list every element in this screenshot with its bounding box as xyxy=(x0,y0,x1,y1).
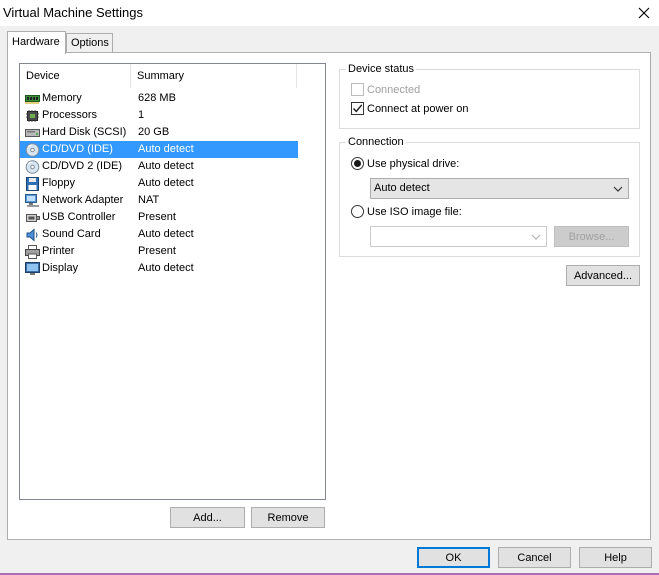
floppy-icon xyxy=(24,176,40,191)
add-device-button[interactable]: Add... xyxy=(170,507,245,528)
device-name: Display xyxy=(42,262,79,274)
printer-icon xyxy=(24,244,40,259)
device-row-cd-dvd[interactable]: CD/DVD (IDE) Auto detect xyxy=(20,141,298,158)
checkmark-icon xyxy=(352,104,363,113)
window-title: Virtual Machine Settings xyxy=(3,5,143,20)
connected-label: Connected xyxy=(367,84,421,96)
column-header-summary[interactable]: Summary xyxy=(131,64,297,88)
device-name: CD/DVD 2 (IDE) xyxy=(42,160,123,172)
connection-legend: Connection xyxy=(346,135,406,149)
cd-dvd-icon xyxy=(24,142,40,157)
device-summary: 20 GB xyxy=(138,126,170,138)
physical-drive-value: Auto detect xyxy=(374,182,430,194)
help-button[interactable]: Help xyxy=(579,547,652,568)
usb-icon xyxy=(24,210,40,225)
device-summary: Auto detect xyxy=(138,143,194,155)
device-row-usb-controller[interactable]: USB Controller Present xyxy=(20,209,298,226)
iso-image-select[interactable] xyxy=(370,226,547,247)
device-summary: Auto detect xyxy=(138,160,194,172)
device-summary: NAT xyxy=(138,194,160,206)
advanced-button[interactable]: Advanced... xyxy=(566,265,640,286)
device-list-header: Device Summary xyxy=(20,64,325,88)
chevron-down-icon xyxy=(531,234,541,240)
physical-drive-select[interactable]: Auto detect xyxy=(370,178,629,199)
device-name: Floppy xyxy=(42,177,76,189)
close-button[interactable] xyxy=(629,0,659,26)
device-row-display[interactable]: Display Auto detect xyxy=(20,260,298,277)
device-row-memory[interactable]: Memory 628 MB xyxy=(20,90,298,107)
device-row-floppy[interactable]: Floppy Auto detect xyxy=(20,175,298,192)
connection-group: Connection Use physical drive: Auto dete… xyxy=(339,135,640,257)
device-summary: Present xyxy=(138,245,176,257)
network-adapter-icon xyxy=(24,193,40,208)
tab-options[interactable]: Options xyxy=(66,33,113,53)
hardware-panel: Device Summary Memory 628 MB Processors … xyxy=(7,52,651,540)
device-summary: 1 xyxy=(138,109,145,121)
use-physical-drive-label: Use physical drive: xyxy=(367,158,460,170)
device-name: Network Adapter xyxy=(42,194,124,206)
display-icon xyxy=(24,261,40,276)
device-row-printer[interactable]: Printer Present xyxy=(20,243,298,260)
device-name: USB Controller xyxy=(42,211,116,223)
tab-hardware[interactable]: Hardware xyxy=(7,31,66,54)
cd-dvd-icon xyxy=(24,159,40,174)
device-row-processors[interactable]: Processors 1 xyxy=(20,107,298,124)
browse-button[interactable]: Browse... xyxy=(554,226,629,247)
device-name: CD/DVD (IDE) xyxy=(42,143,113,155)
title-bar: Virtual Machine Settings xyxy=(0,0,659,26)
device-summary: Auto detect xyxy=(138,262,194,274)
device-name: Memory xyxy=(42,92,82,104)
device-row-hard-disk[interactable]: Hard Disk (SCSI) 20 GB xyxy=(20,124,298,141)
use-iso-image-radio[interactable] xyxy=(351,205,364,218)
column-header-device[interactable]: Device xyxy=(20,64,131,88)
close-icon xyxy=(638,7,650,19)
use-physical-drive-radio[interactable] xyxy=(351,157,364,170)
device-row-sound-card[interactable]: Sound Card Auto detect xyxy=(20,226,298,243)
sound-card-icon xyxy=(24,227,40,242)
ok-button[interactable]: OK xyxy=(417,547,490,568)
memory-icon xyxy=(24,91,40,106)
chevron-down-icon xyxy=(613,186,623,192)
device-list[interactable]: Device Summary Memory 628 MB Processors … xyxy=(19,63,326,500)
device-status-group: Device status Connected Connect at power… xyxy=(339,62,640,129)
device-row-cd-dvd-2[interactable]: CD/DVD 2 (IDE) Auto detect xyxy=(20,158,298,175)
device-summary: Auto detect xyxy=(138,228,194,240)
connect-at-power-on-checkbox[interactable] xyxy=(351,102,364,115)
device-status-legend: Device status xyxy=(346,62,417,76)
device-name: Printer xyxy=(42,245,75,257)
device-row-network-adapter[interactable]: Network Adapter NAT xyxy=(20,192,298,209)
device-summary: Present xyxy=(138,211,176,223)
device-rows: Memory 628 MB Processors 1 Hard Disk (SC… xyxy=(20,90,325,277)
hard-disk-icon xyxy=(24,125,40,140)
connect-at-power-on-label: Connect at power on xyxy=(367,103,469,115)
radio-selected-dot xyxy=(354,160,361,167)
use-iso-image-label: Use ISO image file: xyxy=(367,206,462,218)
device-name: Sound Card xyxy=(42,228,101,240)
device-summary: 628 MB xyxy=(138,92,176,104)
connected-checkbox[interactable] xyxy=(351,83,364,96)
device-summary: Auto detect xyxy=(138,177,194,189)
processor-icon xyxy=(24,108,40,123)
device-name: Processors xyxy=(42,109,98,121)
device-name: Hard Disk (SCSI) xyxy=(42,126,127,138)
remove-device-button[interactable]: Remove xyxy=(251,507,325,528)
cancel-button[interactable]: Cancel xyxy=(498,547,571,568)
